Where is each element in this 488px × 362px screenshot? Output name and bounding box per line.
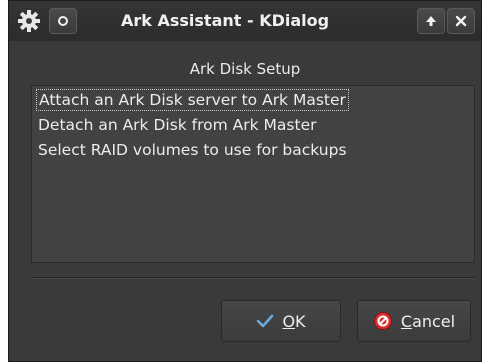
close-x-icon: [455, 15, 467, 27]
separator: [31, 277, 475, 279]
ok-button[interactable]: OK: [221, 300, 341, 342]
dialog-heading: Ark Disk Setup: [189, 60, 301, 78]
options-list[interactable]: Attach an Ark Disk server to Ark Master …: [31, 85, 475, 263]
cancel-label: Cancel: [400, 311, 456, 331]
pin-button[interactable]: [49, 8, 77, 34]
checkmark-icon: [257, 314, 274, 328]
gear-icon[interactable]: [15, 7, 43, 35]
ok-label: OK: [282, 311, 306, 331]
circle-dot-icon: [58, 16, 68, 26]
list-item-select-raid[interactable]: Select RAID volumes to use for backups: [38, 139, 347, 161]
close-button[interactable]: [447, 8, 475, 34]
kdialog-window: Ark Assistant - KDialog Ark Disk Setup A…: [8, 0, 482, 362]
up-arrow-icon: [426, 16, 436, 26]
cancel-circle-icon: [373, 312, 392, 330]
title-bar[interactable]: Ark Assistant - KDialog: [9, 1, 481, 41]
window-title: Ark Assistant - KDialog: [121, 11, 330, 30]
list-item-attach[interactable]: Attach an Ark Disk server to Ark Master: [36, 89, 349, 111]
list-item-detach[interactable]: Detach an Ark Disk from Ark Master: [38, 114, 316, 136]
cancel-button[interactable]: Cancel: [357, 300, 471, 342]
keep-above-button[interactable]: [417, 8, 445, 34]
